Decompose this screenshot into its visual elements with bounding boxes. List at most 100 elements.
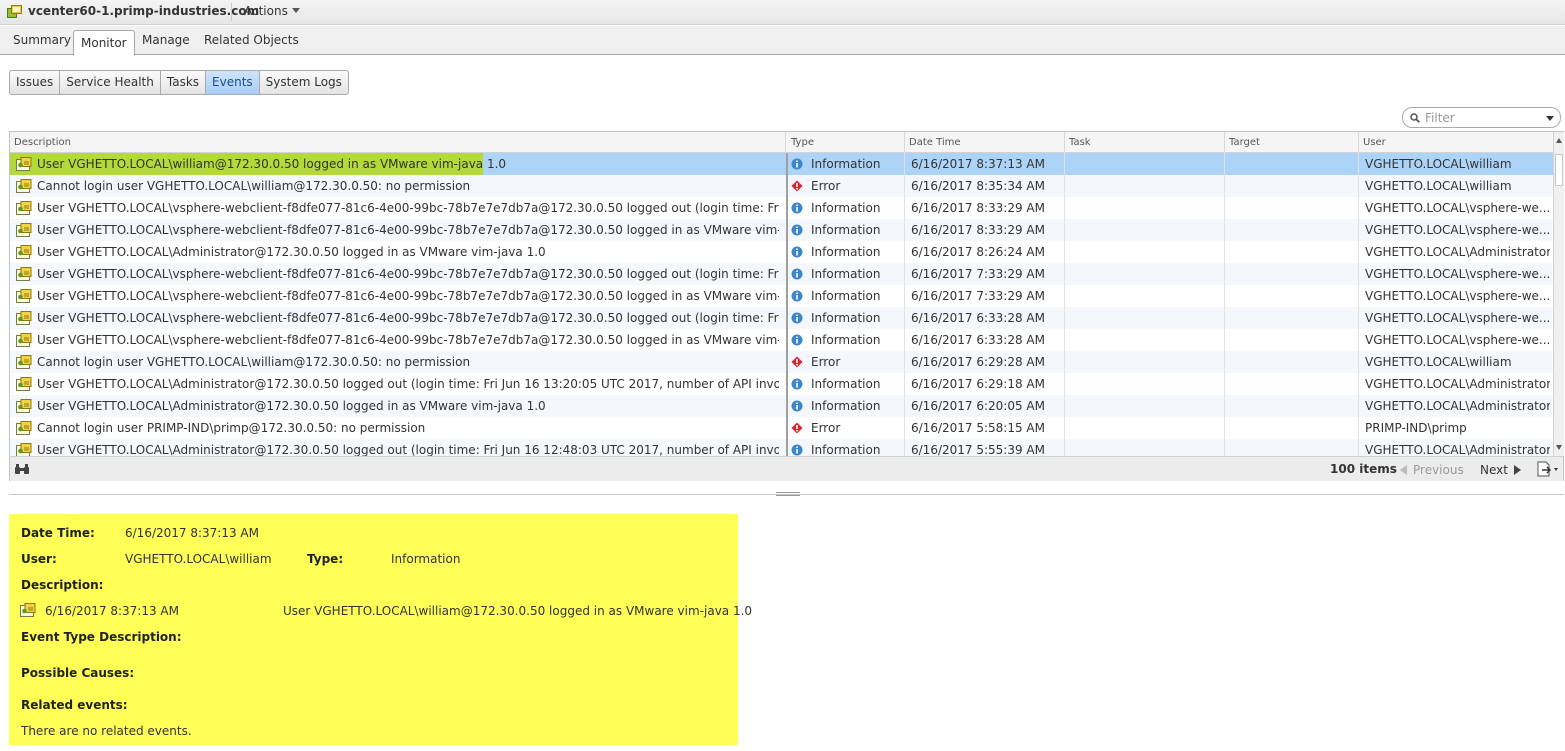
filter-dropdown-icon[interactable] (1546, 116, 1554, 121)
detail-datetime-value: 6/16/2017 8:37:13 AM (125, 526, 259, 540)
col-task[interactable]: Task (1065, 132, 1225, 153)
detail-causes-label: Possible Causes: (21, 666, 135, 680)
table-row[interactable]: User VGHETTO.LOCAL\vsphere-webclient-f8d… (10, 197, 1553, 219)
table-row[interactable]: User VGHETTO.LOCAL\vsphere-webclient-f8d… (10, 263, 1553, 285)
cell-description: User VGHETTO.LOCAL\Administrator@172.30.… (37, 377, 779, 391)
error-icon (791, 356, 803, 368)
event-icon (16, 421, 32, 435)
error-icon (791, 180, 803, 192)
sub-tabs: Issues Service Health Tasks Events Syste… (9, 70, 349, 95)
col-description[interactable]: Description (10, 132, 786, 153)
chevron-down-icon (291, 8, 300, 13)
cell-description: User VGHETTO.LOCAL\william@172.30.0.50 l… (37, 157, 507, 171)
export-icon[interactable] (1536, 461, 1562, 477)
cell-description: User VGHETTO.LOCAL\vsphere-webclient-f8d… (37, 311, 779, 325)
info-icon (791, 268, 803, 280)
tab-related-objects[interactable]: Related Objects (204, 33, 299, 47)
subtab-issues[interactable]: Issues (10, 71, 61, 94)
cell-datetime: 6/16/2017 8:33:29 AM (911, 223, 1045, 237)
cell-description: User VGHETTO.LOCAL\Administrator@172.30.… (37, 399, 546, 413)
subtab-service-health[interactable]: Service Health (60, 71, 161, 94)
detail-type-value: Information (391, 552, 461, 566)
col-user[interactable]: User (1359, 132, 1553, 153)
arrow-left-icon (1400, 465, 1407, 475)
table-row[interactable]: User VGHETTO.LOCAL\vsphere-webclient-f8d… (10, 307, 1553, 329)
search-icon (1410, 113, 1420, 123)
event-icon (16, 267, 32, 281)
cell-datetime: 6/16/2017 7:33:29 AM (911, 289, 1045, 303)
event-icon (16, 157, 32, 171)
cell-datetime: 6/16/2017 8:37:13 AM (911, 157, 1045, 171)
scroll-down-icon[interactable] (1556, 445, 1562, 450)
cell-user: VGHETTO.LOCAL\vsphere-we... (1365, 311, 1550, 325)
detail-related-label: Related events: (21, 698, 128, 712)
cell-datetime: 6/16/2017 6:29:18 AM (911, 377, 1045, 391)
subtab-tasks[interactable]: Tasks (161, 71, 207, 94)
previous-button[interactable]: Previous (1400, 463, 1464, 477)
col-datetime[interactable]: Date Time (905, 132, 1065, 153)
table-row[interactable]: Cannot login user VGHETTO.LOCAL\william@… (10, 351, 1553, 373)
table-row[interactable]: User VGHETTO.LOCAL\william@172.30.0.50 l… (10, 153, 1553, 175)
table-row[interactable]: User VGHETTO.LOCAL\vsphere-webclient-f8d… (10, 329, 1553, 351)
tab-summary[interactable]: Summary (13, 33, 71, 47)
cell-description: User VGHETTO.LOCAL\Administrator@172.30.… (37, 245, 546, 259)
splitter-grip-icon[interactable] (776, 492, 800, 496)
filter-input[interactable] (1425, 110, 1535, 125)
table-row[interactable]: User VGHETTO.LOCAL\vsphere-webclient-f8d… (10, 219, 1553, 241)
detail-event-type-label: Event Type Description: (21, 630, 182, 644)
col-target[interactable]: Target (1225, 132, 1359, 153)
grid-footer: 100 items Previous Next (10, 456, 1563, 481)
error-icon (791, 422, 803, 434)
table-row[interactable]: User VGHETTO.LOCAL\Administrator@172.30.… (10, 395, 1553, 417)
table-row[interactable]: User VGHETTO.LOCAL\Administrator@172.30.… (10, 439, 1553, 456)
event-icon (16, 245, 32, 259)
grid-scrollbar[interactable] (1553, 132, 1564, 456)
event-details-panel: Date Time: 6/16/2017 8:37:13 AM User: VG… (9, 514, 752, 745)
info-icon (791, 334, 803, 346)
cell-datetime: 6/16/2017 6:29:28 AM (911, 355, 1045, 369)
cell-description: User VGHETTO.LOCAL\vsphere-webclient-f8d… (37, 289, 779, 303)
column-divider (904, 153, 905, 456)
info-icon (791, 444, 803, 456)
event-icon (16, 333, 32, 347)
cell-datetime: 6/16/2017 6:20:05 AM (911, 399, 1045, 413)
detail-user-label: User: (21, 552, 57, 566)
cell-description: Cannot login user VGHETTO.LOCAL\william@… (37, 355, 471, 369)
cell-user: VGHETTO.LOCAL\vsphere-we... (1365, 223, 1550, 237)
subtab-system-logs[interactable]: System Logs (260, 71, 348, 94)
table-row[interactable]: Cannot login user VGHETTO.LOCAL\william@… (10, 175, 1553, 197)
subtab-events[interactable]: Events (206, 71, 260, 94)
table-row[interactable]: User VGHETTO.LOCAL\Administrator@172.30.… (10, 241, 1553, 263)
event-icon (16, 399, 32, 413)
table-row[interactable]: User VGHETTO.LOCAL\vsphere-webclient-f8d… (10, 285, 1553, 307)
cell-description: User VGHETTO.LOCAL\vsphere-webclient-f8d… (37, 201, 779, 215)
column-divider[interactable] (786, 153, 788, 456)
next-button[interactable]: Next (1480, 463, 1521, 477)
event-icon (16, 201, 32, 215)
main-tabs: Summary Monitor Manage Related Objects (0, 26, 1565, 56)
event-icon (16, 311, 32, 325)
column-divider (1064, 153, 1065, 456)
event-icon (16, 377, 32, 391)
binoculars-icon[interactable] (14, 463, 30, 475)
actions-menu[interactable]: Actions (244, 4, 300, 18)
cell-user: VGHETTO.LOCAL\william (1365, 157, 1512, 171)
cell-datetime: 6/16/2017 7:33:29 AM (911, 267, 1045, 281)
scroll-up-icon[interactable] (1556, 138, 1562, 143)
host-title: vcenter60-1.primp-industries.com (28, 4, 260, 18)
detail-user-value: VGHETTO.LOCAL\william (125, 552, 272, 566)
tab-monitor[interactable]: Monitor (73, 30, 135, 56)
table-row[interactable]: Cannot login user PRIMP-IND\primp@172.30… (10, 417, 1553, 439)
detail-datetime-label: Date Time: (21, 526, 95, 540)
cell-user: VGHETTO.LOCAL\vsphere-we... (1365, 333, 1550, 347)
cell-description: User VGHETTO.LOCAL\Administrator@172.30.… (37, 443, 779, 456)
scroll-thumb[interactable] (1555, 154, 1563, 186)
col-type[interactable]: Type (787, 132, 905, 153)
cell-user: VGHETTO.LOCAL\william (1365, 355, 1512, 369)
tab-manage[interactable]: Manage (142, 33, 190, 47)
table-row[interactable]: User VGHETTO.LOCAL\Administrator@172.30.… (10, 373, 1553, 395)
event-icon (16, 223, 32, 237)
event-icon (16, 443, 32, 456)
cell-user: VGHETTO.LOCAL\vsphere-we... (1365, 201, 1550, 215)
column-divider (1224, 153, 1225, 456)
